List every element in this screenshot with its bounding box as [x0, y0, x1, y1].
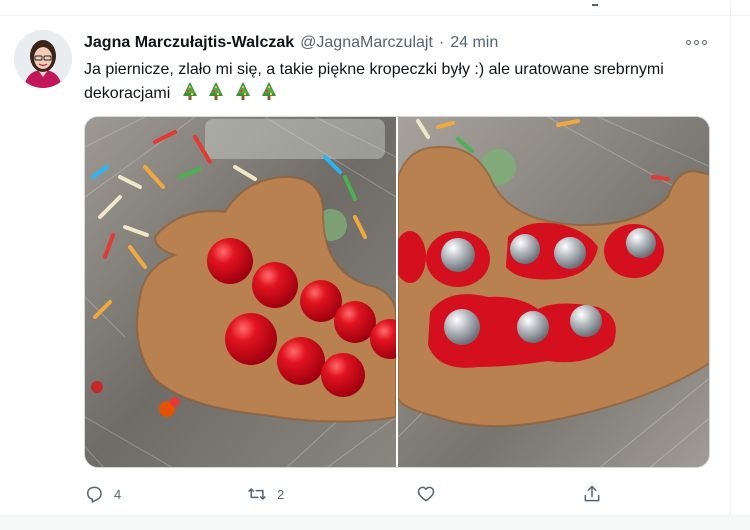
- share-button[interactable]: [582, 482, 602, 506]
- next-tweet-edge: [0, 515, 750, 530]
- retweet-icon: [248, 488, 266, 500]
- author-name[interactable]: Jagna Marczułajtis-Walczak: [84, 34, 294, 52]
- avatar-image: [14, 30, 72, 88]
- photo-right[interactable]: [394, 117, 709, 467]
- tweet-text: Ja piernicze, zlało mi się, a takie pięk…: [84, 58, 714, 108]
- tweet-actions: 4 2: [84, 482, 710, 506]
- reply-icon: [87, 486, 102, 503]
- christmas-tree-icon: [182, 82, 197, 100]
- previous-action-icon: [592, 4, 598, 6]
- like-button[interactable]: [416, 482, 446, 506]
- christmas-tree-emojis: [181, 81, 282, 108]
- christmas-tree-icon: [209, 82, 224, 100]
- author-handle[interactable]: @JagnaMarczulajt: [300, 34, 433, 52]
- silver-pearls-photo: [394, 117, 709, 467]
- reply-button[interactable]: 4: [84, 482, 121, 506]
- reply-count: 4: [114, 486, 122, 502]
- timestamp[interactable]: 24 min: [450, 34, 498, 52]
- share-icon: [584, 485, 600, 502]
- more-options-icon[interactable]: [686, 36, 710, 48]
- tweet-header: Jagna Marczułajtis-Walczak @JagnaMarczul…: [84, 32, 498, 54]
- christmas-tree-icon: [235, 82, 250, 100]
- avatar[interactable]: [14, 30, 72, 88]
- previous-tweet-edge: [0, 0, 750, 16]
- tweet[interactable]: Jagna Marczułajtis-Walczak @JagnaMarczul…: [0, 16, 730, 515]
- tweet-media[interactable]: [84, 116, 710, 468]
- gingerbread-duck-photo: [85, 117, 410, 467]
- tweet-text-body: Ja piernicze, zlało mi się, a takie pięk…: [84, 61, 664, 102]
- heart-icon: [417, 486, 435, 502]
- christmas-tree-icon: [262, 82, 277, 100]
- retweet-button[interactable]: 2: [247, 482, 284, 506]
- retweet-count: 2: [277, 486, 285, 502]
- separator: ·: [438, 34, 445, 51]
- photo-left[interactable]: [85, 117, 410, 467]
- timeline-border: [730, 0, 731, 530]
